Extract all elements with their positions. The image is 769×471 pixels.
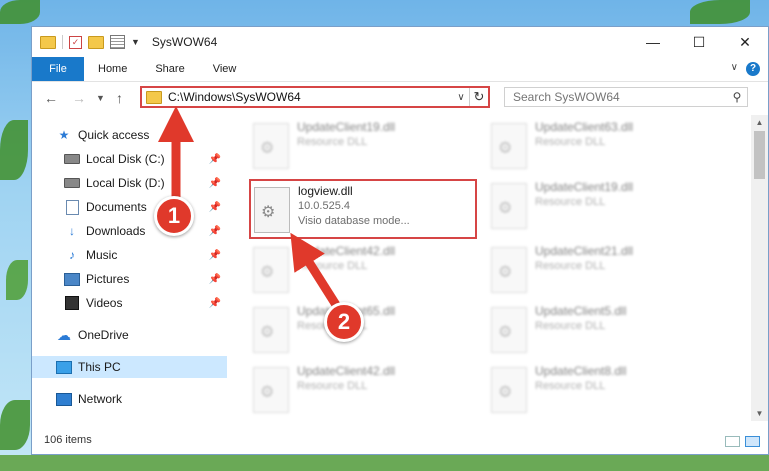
file-item[interactable]: UpdateClient5.dll Resource DLL	[491, 303, 721, 359]
computer-icon	[56, 360, 72, 374]
customize-toolbar-arrow[interactable]: ▼	[131, 37, 140, 47]
back-arrow-icon[interactable]: ←	[44, 90, 58, 106]
file-item[interactable]: UpdateClient42.dll Resource DLL	[253, 363, 483, 417]
dll-file-icon	[253, 123, 289, 169]
search-box[interactable]: ⚲	[504, 87, 748, 107]
download-icon: ↓	[69, 224, 75, 238]
tab-share[interactable]: Share	[141, 57, 198, 81]
sidebar-item-pictures[interactable]: Pictures 📌	[32, 268, 227, 290]
file-item-logview[interactable]: logview.dll 10.0.525.4 Visio database mo…	[249, 179, 477, 239]
sidebar-item-videos[interactable]: Videos 📌	[32, 292, 227, 314]
dll-file-icon	[491, 307, 527, 353]
navigation-pane: ★ Quick access Local Disk (C:) 📌 Local D…	[32, 119, 227, 419]
window-title: SysWOW64	[151, 35, 218, 49]
pin-icon: 📌	[208, 177, 221, 189]
new-folder-icon[interactable]	[88, 35, 104, 49]
dll-file-icon	[491, 183, 527, 229]
scrollbar-thumb[interactable]	[754, 131, 765, 179]
navigation-bar: ← → ▼ ↑ C:\Windows\SysWOW64 ∨ ↻ ⚲	[32, 82, 768, 114]
cloud-icon: ☁	[57, 326, 71, 343]
forward-arrow-icon[interactable]: →	[72, 90, 86, 106]
sidebar-item-documents[interactable]: Documents 📌	[32, 196, 227, 218]
search-icon[interactable]: ⚲	[727, 90, 747, 104]
address-path[interactable]: C:\Windows\SysWOW64	[168, 90, 453, 104]
documents-icon	[64, 199, 80, 215]
file-item[interactable]: UpdateClient8.dll Resource DLL	[491, 363, 721, 417]
pin-icon: 📌	[208, 153, 221, 165]
file-item[interactable]: UpdateClient42.dll Resource DLL	[253, 243, 483, 299]
tab-home[interactable]: Home	[84, 57, 141, 81]
dll-file-icon	[491, 367, 527, 413]
tab-view[interactable]: View	[199, 57, 251, 81]
details-view-icon[interactable]	[725, 436, 740, 447]
file-item[interactable]: UpdateClient21.dll Resource DLL	[491, 243, 721, 299]
close-button[interactable]: ✕	[722, 27, 768, 57]
network-icon	[56, 392, 72, 406]
properties-check-icon[interactable]: ✓	[69, 35, 82, 49]
file-item[interactable]: UpdateClient19.dll Resource DLL	[491, 179, 721, 235]
drive-icon	[64, 152, 80, 166]
file-item[interactable]: UpdateClient19.dll Resource DLL	[253, 119, 483, 175]
folder-icon	[40, 35, 56, 49]
dll-file-icon	[253, 247, 289, 293]
folder-icon	[146, 90, 162, 104]
up-arrow-icon[interactable]: ↑	[116, 90, 123, 106]
quick-access-toolbar: ✓ ▼	[40, 35, 140, 49]
explorer-window: ✓ ▼ SysWOW64 — ☐ ✕ File Home Share View …	[31, 26, 769, 455]
drive-icon	[64, 176, 80, 190]
sidebar-item-local-disk-c[interactable]: Local Disk (C:) 📌	[32, 148, 227, 170]
file-list: UpdateClient19.dll Resource DLL logview.…	[227, 115, 739, 417]
music-icon: ♪	[69, 248, 75, 262]
step-1-badge: 1	[154, 196, 194, 236]
pin-icon: 📌	[208, 297, 221, 309]
sidebar-item-quick-access[interactable]: ★ Quick access	[32, 124, 227, 146]
maximize-button[interactable]: ☐	[676, 27, 722, 57]
sidebar-item-this-pc[interactable]: This PC	[32, 356, 227, 378]
title-bar: ✓ ▼ SysWOW64 — ☐ ✕	[32, 27, 768, 57]
pictures-icon	[64, 272, 80, 286]
pin-icon: 📌	[208, 273, 221, 285]
expand-ribbon-icon[interactable]: ∨	[731, 62, 738, 73]
pin-icon: 📌	[208, 225, 221, 237]
dll-file-icon	[253, 367, 289, 413]
scroll-up-icon[interactable]: ▲	[751, 118, 768, 127]
refresh-icon[interactable]: ↻	[469, 88, 488, 106]
dll-file-icon	[491, 247, 527, 293]
tab-file[interactable]: File	[32, 57, 84, 81]
help-button[interactable]: ?	[746, 62, 760, 76]
item-count: 106 items	[44, 434, 92, 446]
sidebar-item-onedrive[interactable]: ☁ OneDrive	[32, 324, 227, 346]
vertical-scrollbar[interactable]: ▲ ▼	[751, 115, 768, 421]
search-input[interactable]	[505, 89, 727, 105]
star-icon: ★	[58, 128, 70, 142]
videos-icon	[64, 296, 80, 310]
view-toggle	[725, 436, 760, 447]
sidebar-item-local-disk-d[interactable]: Local Disk (D:) 📌	[32, 172, 227, 194]
ribbon-tabs: File Home Share View ∨ ?	[32, 57, 768, 82]
address-dropdown-icon[interactable]: ∨	[453, 92, 469, 103]
pin-icon: 📌	[208, 201, 221, 213]
sidebar-item-network[interactable]: Network	[32, 388, 227, 410]
sidebar-item-downloads[interactable]: ↓ Downloads 📌	[32, 220, 227, 242]
address-bar[interactable]: C:\Windows\SysWOW64 ∨ ↻	[140, 86, 490, 108]
pin-icon: 📌	[208, 249, 221, 261]
recent-locations-icon[interactable]: ▼	[96, 93, 105, 103]
file-item[interactable]: UpdateClient65.dll Resource DLL	[253, 303, 483, 359]
dll-file-icon	[253, 307, 289, 353]
step-2-badge: 2	[324, 302, 364, 342]
scroll-down-icon[interactable]: ▼	[751, 409, 768, 418]
sidebar-item-music[interactable]: ♪ Music 📌	[32, 244, 227, 266]
minimize-button[interactable]: —	[630, 27, 676, 57]
properties-icon[interactable]	[110, 35, 125, 49]
dll-file-icon	[254, 187, 290, 233]
large-icons-view-icon[interactable]	[745, 436, 760, 447]
dll-file-icon	[491, 123, 527, 169]
file-item[interactable]: UpdateClient63.dll Resource DLL	[491, 119, 721, 175]
